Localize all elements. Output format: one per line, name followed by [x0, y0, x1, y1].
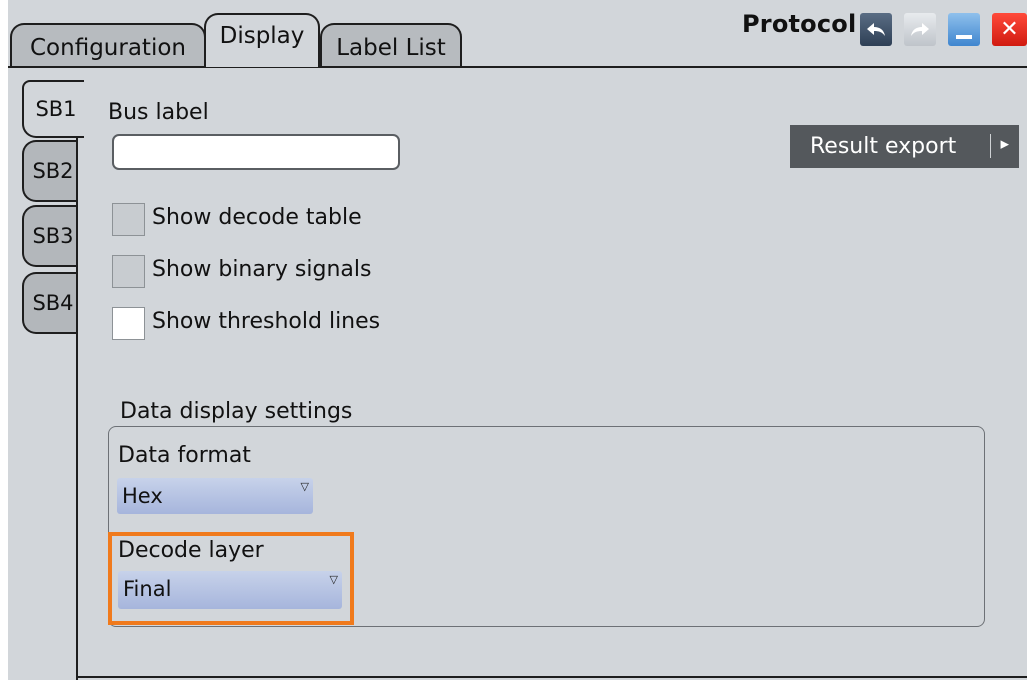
- decode-layer-label: Decode layer: [118, 538, 264, 563]
- show-decode-table-label: Show decode table: [152, 205, 362, 230]
- side-tab-sb4[interactable]: SB4: [22, 272, 78, 334]
- undo-icon: [867, 22, 885, 36]
- result-export-separator: [990, 134, 991, 158]
- tab-configuration[interactable]: Configuration: [10, 23, 206, 67]
- tab-display[interactable]: Display: [204, 13, 320, 67]
- content-bottom-border: [76, 676, 1027, 678]
- data-format-select[interactable]: Hex ▽: [117, 478, 313, 514]
- side-tab-sb1[interactable]: SB1: [22, 80, 84, 138]
- tab-label-list-label: Label List: [336, 35, 446, 61]
- result-export-label: Result export: [810, 134, 957, 159]
- result-export-button[interactable]: Result export ▸: [790, 125, 1019, 168]
- data-display-settings-title: Data display settings: [120, 399, 353, 424]
- side-tab-sb2-label: SB2: [32, 159, 74, 183]
- decode-layer-select[interactable]: Final ▽: [118, 571, 342, 609]
- side-tab-sb3-label: SB3: [32, 224, 74, 248]
- redo-icon: [911, 22, 929, 36]
- tabs-baseline: [8, 66, 1027, 68]
- tab-display-label: Display: [219, 23, 305, 49]
- show-threshold-lines-label: Show threshold lines: [152, 309, 381, 334]
- side-tab-sb4-label: SB4: [32, 291, 74, 315]
- tab-configuration-label: Configuration: [30, 35, 186, 61]
- show-threshold-lines-checkbox[interactable]: [112, 307, 145, 340]
- minimize-button[interactable]: [948, 13, 980, 46]
- close-button[interactable]: ✕: [992, 13, 1027, 46]
- bus-label-input[interactable]: [112, 134, 400, 170]
- content-left-border: [76, 136, 78, 680]
- close-icon: ✕: [1000, 17, 1019, 42]
- data-format-value: Hex: [122, 484, 163, 508]
- show-binary-signals-label: Show binary signals: [152, 257, 372, 282]
- dropdown-caret-icon: ▽: [300, 480, 309, 493]
- play-arrow-icon: ▸: [1000, 134, 1009, 154]
- show-binary-signals-checkbox[interactable]: [112, 255, 145, 288]
- bus-label-title: Bus label: [108, 100, 209, 125]
- protocol-window: Configuration Display Label List Protoco…: [8, 0, 1027, 680]
- minimize-icon: [956, 34, 972, 39]
- tab-label-list[interactable]: Label List: [320, 23, 462, 67]
- redo-button[interactable]: [904, 13, 936, 46]
- side-tab-sb3[interactable]: SB3: [22, 205, 78, 267]
- decode-layer-value: Final: [123, 577, 172, 601]
- undo-button[interactable]: [860, 13, 892, 46]
- dialog-title: Protocol: [742, 10, 857, 38]
- show-decode-table-checkbox[interactable]: [112, 203, 145, 236]
- data-format-label: Data format: [118, 443, 251, 468]
- side-tab-sb2[interactable]: SB2: [22, 140, 78, 202]
- dropdown-caret-icon: ▽: [329, 573, 338, 586]
- side-tab-sb1-label: SB1: [35, 97, 77, 121]
